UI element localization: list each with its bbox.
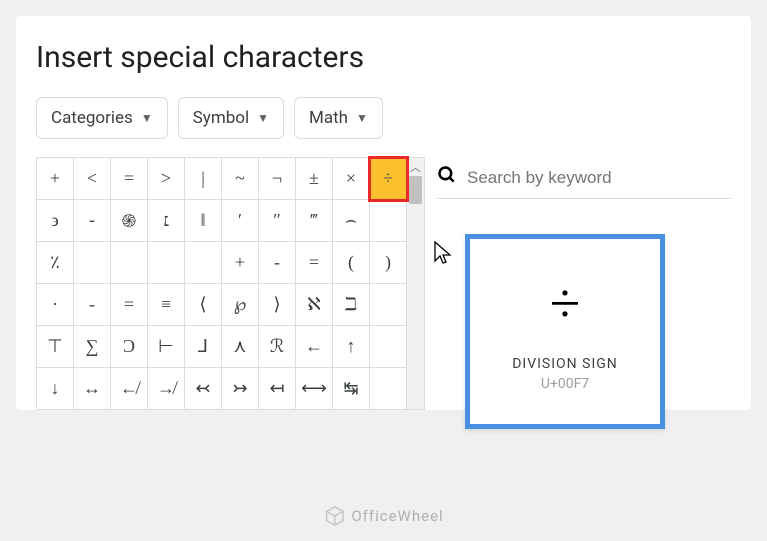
character-cell[interactable]: ⌢ — [333, 200, 370, 242]
character-cell[interactable]: ≡ — [148, 284, 185, 326]
categories-dropdown[interactable]: Categories ▼ — [36, 97, 168, 139]
symbol-label: Symbol — [193, 108, 249, 128]
character-cell[interactable] — [370, 326, 407, 368]
character-cell[interactable]: ֊ — [74, 200, 111, 242]
character-cell[interactable]: ϶ — [37, 200, 74, 242]
character-cell[interactable]: ↤ — [259, 368, 296, 410]
character-cell[interactable]: ⟨ — [185, 284, 222, 326]
character-cell[interactable]: ′ — [222, 200, 259, 242]
chevron-down-icon: ▼ — [356, 111, 368, 125]
character-cell[interactable]: ℘ — [222, 284, 259, 326]
character-cell[interactable]: - — [74, 284, 111, 326]
dialog-title: Insert special characters — [36, 40, 731, 75]
search-icon — [437, 165, 457, 190]
character-cell[interactable]: ± — [296, 158, 333, 200]
character-cell[interactable] — [370, 368, 407, 410]
character-cell[interactable]: ↚ — [111, 368, 148, 410]
preview-name: DIVISION SIGN — [512, 356, 618, 372]
character-cell[interactable]: ( — [333, 242, 370, 284]
character-cell[interactable]: = — [111, 158, 148, 200]
character-row: ϶֊֍׆‖′″‴⌢ — [37, 200, 407, 242]
filter-dropdowns: Categories ▼ Symbol ▼ Math ▼ — [36, 97, 731, 139]
character-cell[interactable] — [148, 242, 185, 284]
character-preview-tooltip: ÷ DIVISION SIGN U+00F7 — [465, 234, 665, 429]
character-cell[interactable]: ↔ — [74, 368, 111, 410]
character-cell[interactable]: ׆ — [148, 200, 185, 242]
character-cell[interactable]: ⟩ — [259, 284, 296, 326]
character-cell[interactable]: ″ — [259, 200, 296, 242]
character-cell[interactable]: ) — [370, 242, 407, 284]
character-cell[interactable]: ↣ — [222, 368, 259, 410]
character-cell[interactable]: ‖ — [185, 200, 222, 242]
character-row: ٪ +-=() — [37, 242, 407, 284]
character-cell[interactable]: Ɔ — [111, 326, 148, 368]
character-cell[interactable]: ÷ — [370, 158, 407, 200]
character-cell[interactable] — [370, 284, 407, 326]
character-cell[interactable]: ∑ — [74, 326, 111, 368]
character-cell[interactable]: · — [37, 284, 74, 326]
character-row: ⊤∑Ɔ⊢⅃⋏ℛ←↑ — [37, 326, 407, 368]
character-cell[interactable]: = — [111, 284, 148, 326]
character-cell[interactable]: | — [185, 158, 222, 200]
character-cell[interactable]: ⋏ — [222, 326, 259, 368]
character-row: ·-=≡⟨℘⟩ℵℶ — [37, 284, 407, 326]
watermark: OfficeWheel — [323, 505, 443, 527]
scroll-thumb[interactable] — [409, 176, 422, 204]
scroll-up-icon[interactable]: ︿ — [407, 158, 424, 176]
character-cell[interactable]: × — [333, 158, 370, 200]
search-area — [437, 157, 731, 199]
categories-label: Categories — [51, 108, 133, 128]
character-row: ↓↔↚↛↢↣↤⟷↹ — [37, 368, 407, 410]
chevron-down-icon: ▼ — [141, 111, 153, 125]
character-cell[interactable]: = — [296, 242, 333, 284]
preview-code: U+00F7 — [541, 376, 589, 392]
character-cell[interactable]: ℶ — [333, 284, 370, 326]
symbol-dropdown[interactable]: Symbol ▼ — [178, 97, 284, 139]
search-input[interactable] — [467, 168, 731, 188]
character-cell[interactable]: ֍ — [111, 200, 148, 242]
character-cell[interactable] — [370, 200, 407, 242]
grid-scrollbar[interactable]: ︿ — [407, 157, 425, 410]
character-cell[interactable]: ⟷ — [296, 368, 333, 410]
scroll-track[interactable] — [407, 176, 424, 409]
character-cell[interactable]: ⊤ — [37, 326, 74, 368]
character-cell[interactable]: ↢ — [185, 368, 222, 410]
character-cell[interactable]: ↓ — [37, 368, 74, 410]
math-label: Math — [309, 108, 348, 128]
character-cell[interactable]: ℵ — [296, 284, 333, 326]
character-grid: +<=>|~¬±×÷϶֊֍׆‖′″‴⌢٪+-=()·-=≡⟨℘⟩ℵℶ⊤∑Ɔ⊢⅃⋏… — [36, 157, 407, 410]
character-cell[interactable]: ← — [296, 326, 333, 368]
character-cell[interactable]: > — [148, 158, 185, 200]
character-cell[interactable]: + — [37, 158, 74, 200]
character-cell[interactable]: ℛ — [259, 326, 296, 368]
character-cell[interactable] — [74, 242, 111, 284]
character-cell[interactable]: + — [222, 242, 259, 284]
chevron-down-icon: ▼ — [257, 111, 269, 125]
character-cell[interactable]: ↛ — [148, 368, 185, 410]
preview-glyph: ÷ — [550, 272, 581, 336]
character-cell[interactable]: ٪ — [37, 242, 74, 284]
character-cell[interactable]: ↹ — [333, 368, 370, 410]
character-cell[interactable]: ‴ — [296, 200, 333, 242]
character-cell[interactable] — [185, 242, 222, 284]
search-box[interactable] — [437, 157, 731, 199]
character-cell[interactable]: ↑ — [333, 326, 370, 368]
character-cell[interactable]: ⅃ — [185, 326, 222, 368]
character-cell[interactable]: ~ — [222, 158, 259, 200]
watermark-text: OfficeWheel — [351, 507, 443, 525]
character-grid-wrapper: +<=>|~¬±×÷϶֊֍׆‖′″‴⌢٪+-=()·-=≡⟨℘⟩ℵℶ⊤∑Ɔ⊢⅃⋏… — [36, 157, 425, 410]
character-cell[interactable]: ¬ — [259, 158, 296, 200]
character-row: +<=>|~¬±×÷ — [37, 158, 407, 200]
character-cell[interactable]: - — [259, 242, 296, 284]
character-cell[interactable]: ⊢ — [148, 326, 185, 368]
character-cell[interactable]: < — [74, 158, 111, 200]
math-dropdown[interactable]: Math ▼ — [294, 97, 383, 139]
character-cell[interactable] — [111, 242, 148, 284]
